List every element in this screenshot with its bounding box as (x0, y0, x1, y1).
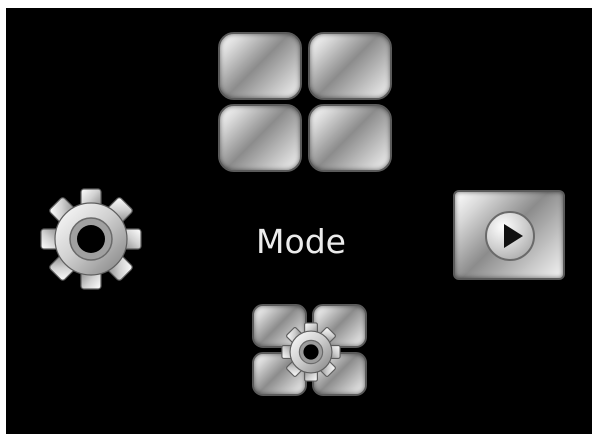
settings-button[interactable] (36, 184, 146, 294)
menu-grid-button[interactable] (218, 32, 392, 172)
gear-icon (40, 188, 142, 290)
menu-grid-icon-tile-bottom-left (218, 104, 302, 172)
mode-label: Mode (256, 222, 346, 261)
setup-button[interactable] (252, 304, 370, 400)
setup-gear-icon (279, 320, 343, 384)
play-icon (485, 211, 535, 261)
menu-grid-icon-tile-bottom-right (308, 104, 392, 172)
menu-grid-icon-tile-top-left (218, 32, 302, 100)
menu-grid-icon-tile-top-right (308, 32, 392, 100)
play-triangle-icon (504, 224, 523, 248)
playback-button[interactable] (453, 190, 565, 280)
camera-mode-screen: Mode (6, 8, 592, 434)
